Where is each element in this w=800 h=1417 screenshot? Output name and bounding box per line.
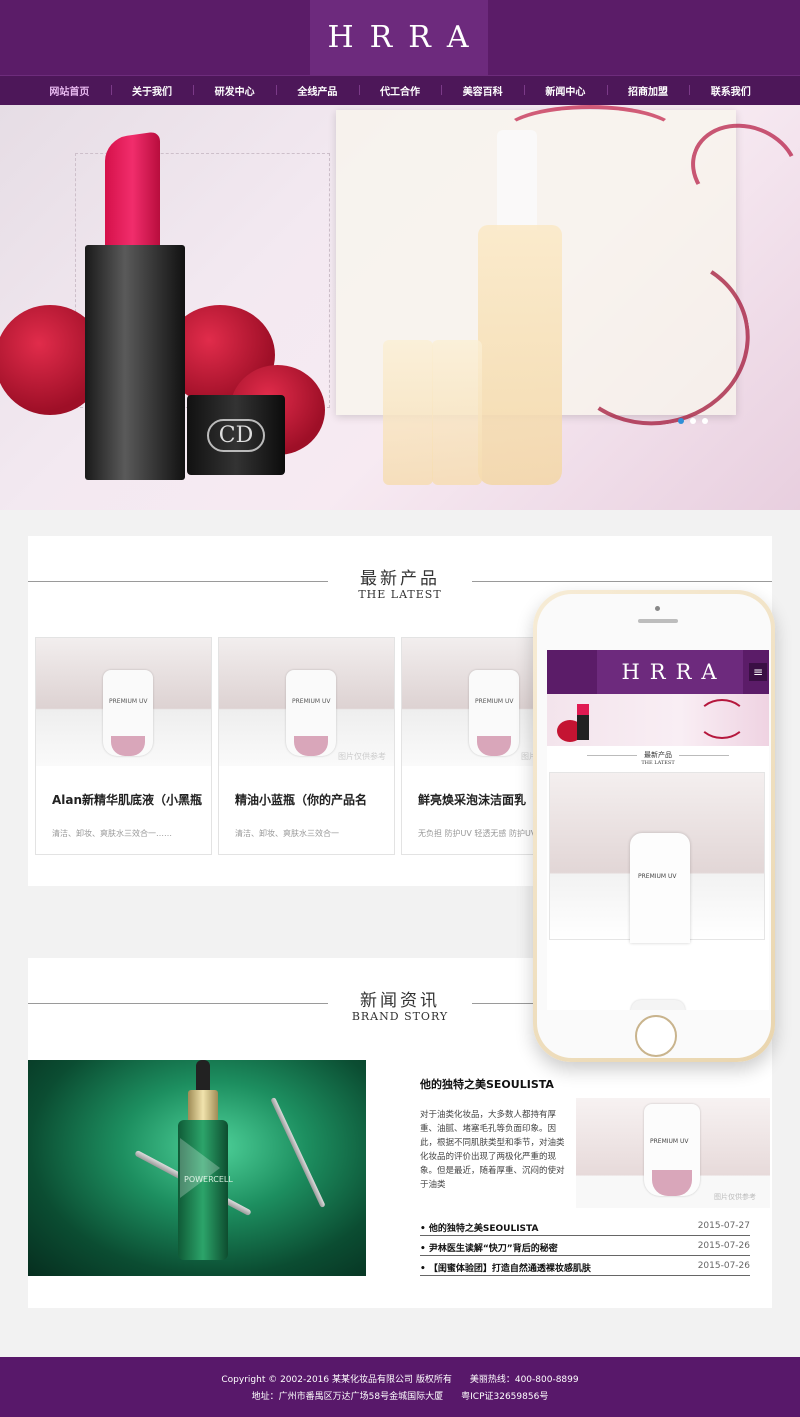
serum-cap [196, 1060, 210, 1092]
product-image: PREMIUM UV [550, 773, 764, 943]
news-item-date: 2015-07-27 [697, 1221, 750, 1231]
nav-item-contact[interactable]: 联系我们 [689, 83, 772, 98]
product-bottle: PREMIUM UV [644, 1104, 700, 1196]
nav-item-products[interactable]: 全线产品 [276, 83, 359, 98]
lipstick-cap: CD [187, 395, 285, 475]
product-bottle: PREMIUM UV [286, 670, 336, 756]
section-title: 最新产品 [360, 569, 440, 589]
mobile-header: HRRA ≡ [547, 650, 769, 694]
news-item-title[interactable]: • 【闺蜜体验团】打造自然通透裸妆感肌肤 [420, 1261, 591, 1274]
camera-icon [655, 606, 660, 611]
small-bottle [432, 340, 482, 485]
nav-item-home[interactable]: 网站首页 [28, 83, 111, 98]
mobile-logo[interactable]: HRRA [597, 650, 743, 694]
nav-item-oem[interactable]: 代工合作 [358, 83, 442, 98]
news-item-title[interactable]: • 尹林医生读解“快刀”背后的秘密 [420, 1241, 558, 1254]
news-list-item[interactable]: • 尹林医生读解“快刀”背后的秘密 2015-07-26 [420, 1236, 750, 1256]
site-footer: Copyright © 2002-2016 某某化妆品有限公司 版权所有 美丽热线… [0, 1357, 800, 1417]
footer-row: Copyright © 2002-2016 某某化妆品有限公司 版权所有 美丽热线… [0, 1372, 800, 1385]
news-feature-image[interactable]: POWERCELL [28, 1060, 366, 1276]
news-item-date: 2015-07-26 [697, 1261, 750, 1271]
news-item-date: 2015-07-26 [697, 1241, 750, 1251]
featured-news-title[interactable]: 他的独特之美SEOULISTA [420, 1076, 554, 1092]
ribbon-graphic [697, 699, 747, 739]
lipstick-cap-logo: CD [206, 418, 266, 452]
phone-mockup: HRRA ≡ 最新产品 THE LATEST PREMIUM UV [533, 590, 775, 1062]
pump-bottle [478, 225, 562, 485]
main-nav: 网站首页 关于我们 研发中心 全线产品 代工合作 美容百科 新闻中心 招商加盟 … [0, 75, 800, 105]
menu-icon[interactable]: ≡ [749, 663, 767, 681]
address-text: 地址：广州市番禺区万达广场58号金城国际大厦 [251, 1392, 444, 1402]
news-item-title[interactable]: • 他的独特之美SEOULISTA [420, 1221, 538, 1234]
home-button[interactable] [635, 1015, 677, 1057]
product-bottle: PREMIUM UV [630, 833, 690, 943]
product-bottle: PREMIUM UV [103, 670, 153, 756]
news-list-item[interactable]: • 【闺蜜体验团】打造自然通透裸妆感肌肤 2015-07-26 [420, 1256, 750, 1276]
slider-dot[interactable] [690, 418, 696, 424]
footer-row: 地址：广州市番禺区万达广场58号金城国际大厦 粤ICP证32659856号 [0, 1389, 800, 1402]
small-bottle [383, 340, 433, 485]
product-bottle: PREMIUM UV [469, 670, 519, 756]
product-name[interactable]: 精油小蓝瓶（你的产品名 [235, 791, 367, 808]
product-name[interactable]: Alan新精华肌底液（小黑瓶 [52, 791, 202, 808]
slider-dot[interactable] [702, 418, 708, 424]
lipstick-case [85, 245, 185, 480]
image-watermark: 图片仅供参考 [714, 1193, 756, 1201]
featured-news-body: 对于油类化妆品，大多数人都持有厚重、油腻、堵塞毛孔等负面印象。因此，根据不同肌肤… [420, 1110, 565, 1190]
mobile-banner[interactable] [547, 694, 769, 746]
image-watermark: 图片仅供参考 [338, 752, 386, 761]
phone-body: HRRA ≡ 最新产品 THE LATEST PREMIUM UV [537, 594, 771, 1058]
header-bar: HRRA [0, 0, 800, 75]
slider-dot[interactable] [678, 418, 684, 424]
product-image: PREMIUM UV 图片仅供参考 [219, 638, 394, 766]
slider-dots [678, 418, 708, 424]
hero-banner[interactable]: CD [0, 105, 800, 510]
mobile-product-card[interactable]: PREMIUM UV [549, 772, 765, 943]
play-icon[interactable] [180, 1138, 220, 1198]
product-card[interactable]: PREMIUM UV Alan新精华肌底液（小黑瓶 清洁、卸妆、爽肤水三效合一…… [35, 637, 212, 855]
product-name[interactable]: 鲜亮焕采泡沫洁面乳 [418, 791, 526, 808]
lipstick-graphic [577, 704, 589, 740]
product-image: PREMIUM UV [36, 638, 211, 766]
serum-neck [188, 1090, 218, 1124]
site-logo[interactable]: HRRA [310, 0, 488, 75]
nav-item-franchise[interactable]: 招商加盟 [606, 83, 690, 98]
featured-news-thumbnail[interactable]: PREMIUM UV 图片仅供参考 [576, 1098, 770, 1208]
hotline-text: 美丽热线：400-800-8899 [469, 1375, 579, 1385]
nav-item-research[interactable]: 研发中心 [193, 83, 276, 98]
speaker-grille [638, 619, 678, 623]
product-card[interactable]: PREMIUM UV 图片仅供参考 精油小蓝瓶（你的产品名 清洁、卸妆、爽肤水三… [218, 637, 395, 855]
nav-item-news[interactable]: 新闻中心 [524, 83, 607, 98]
nav-item-about[interactable]: 关于我们 [110, 83, 194, 98]
mobile-product-card-peek [631, 1000, 685, 1010]
ribbon-graphic [500, 105, 680, 165]
copyright-text: Copyright © 2002-2016 某某化妆品有限公司 版权所有 [221, 1375, 452, 1385]
product-desc: 清洁、卸妆、爽肤水三效合一 [235, 829, 339, 838]
news-list-item[interactable]: • 他的独特之美SEOULISTA 2015-07-27 [420, 1216, 750, 1236]
news-list: • 他的独特之美SEOULISTA 2015-07-27 • 尹林医生读解“快刀… [420, 1216, 750, 1276]
mobile-section-subtitle: THE LATEST [641, 760, 675, 766]
mobile-section-title: 最新产品 [644, 751, 672, 759]
dropper-graphic [270, 1097, 326, 1208]
product-desc: 清洁、卸妆、爽肤水三效合一…… [52, 829, 172, 838]
phone-screen: HRRA ≡ 最新产品 THE LATEST PREMIUM UV [547, 650, 769, 1010]
nav-item-beauty-wiki[interactable]: 美容百科 [441, 83, 524, 98]
icp-text[interactable]: 粤ICP证32659856号 [461, 1392, 548, 1402]
lipstick-bullet [105, 131, 160, 254]
